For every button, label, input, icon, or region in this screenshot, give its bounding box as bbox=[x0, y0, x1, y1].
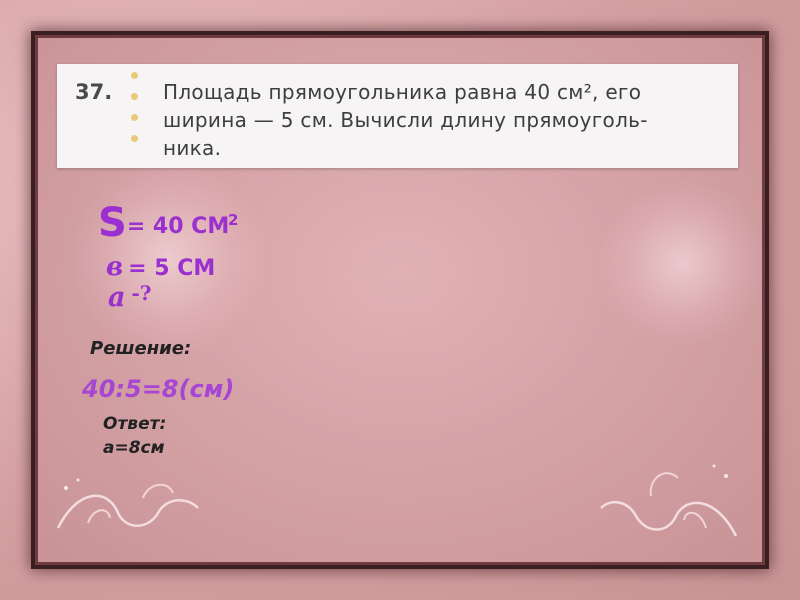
flourish-left-icon bbox=[56, 478, 199, 529]
answer-text: Ответ: а=8см bbox=[103, 414, 167, 458]
solution-label: Решение: bbox=[90, 338, 192, 359]
task-line-3: ника. bbox=[163, 136, 222, 160]
width-value: = 5 СМ bbox=[128, 256, 216, 281]
bullet-dots bbox=[131, 72, 139, 164]
task-number: 37. bbox=[75, 80, 113, 104]
width-symbol: в bbox=[106, 252, 124, 282]
given-area: S= 40 СМ 2 bbox=[98, 200, 238, 246]
rose-watermark-right bbox=[598, 178, 768, 348]
area-value: = 40 СМ bbox=[126, 214, 230, 239]
given-length: а -? bbox=[108, 281, 152, 313]
given-width: в = 5 СМ bbox=[106, 252, 215, 282]
length-value: -? bbox=[131, 281, 152, 305]
length-symbol: а bbox=[108, 282, 126, 313]
task-statement: Площадь прямоугольника равна 40 см², его… bbox=[163, 78, 733, 162]
task-line-1: Площадь прямоугольника равна 40 см², его bbox=[163, 80, 642, 104]
task-line-2: ширина — 5 см. Вычисли длину прямоуголь- bbox=[163, 108, 648, 132]
flourish-right-icon bbox=[600, 464, 738, 537]
area-exponent: 2 bbox=[228, 211, 239, 229]
solution-calculation: 40:5=8(см) bbox=[82, 375, 235, 403]
area-symbol: S bbox=[98, 200, 127, 246]
